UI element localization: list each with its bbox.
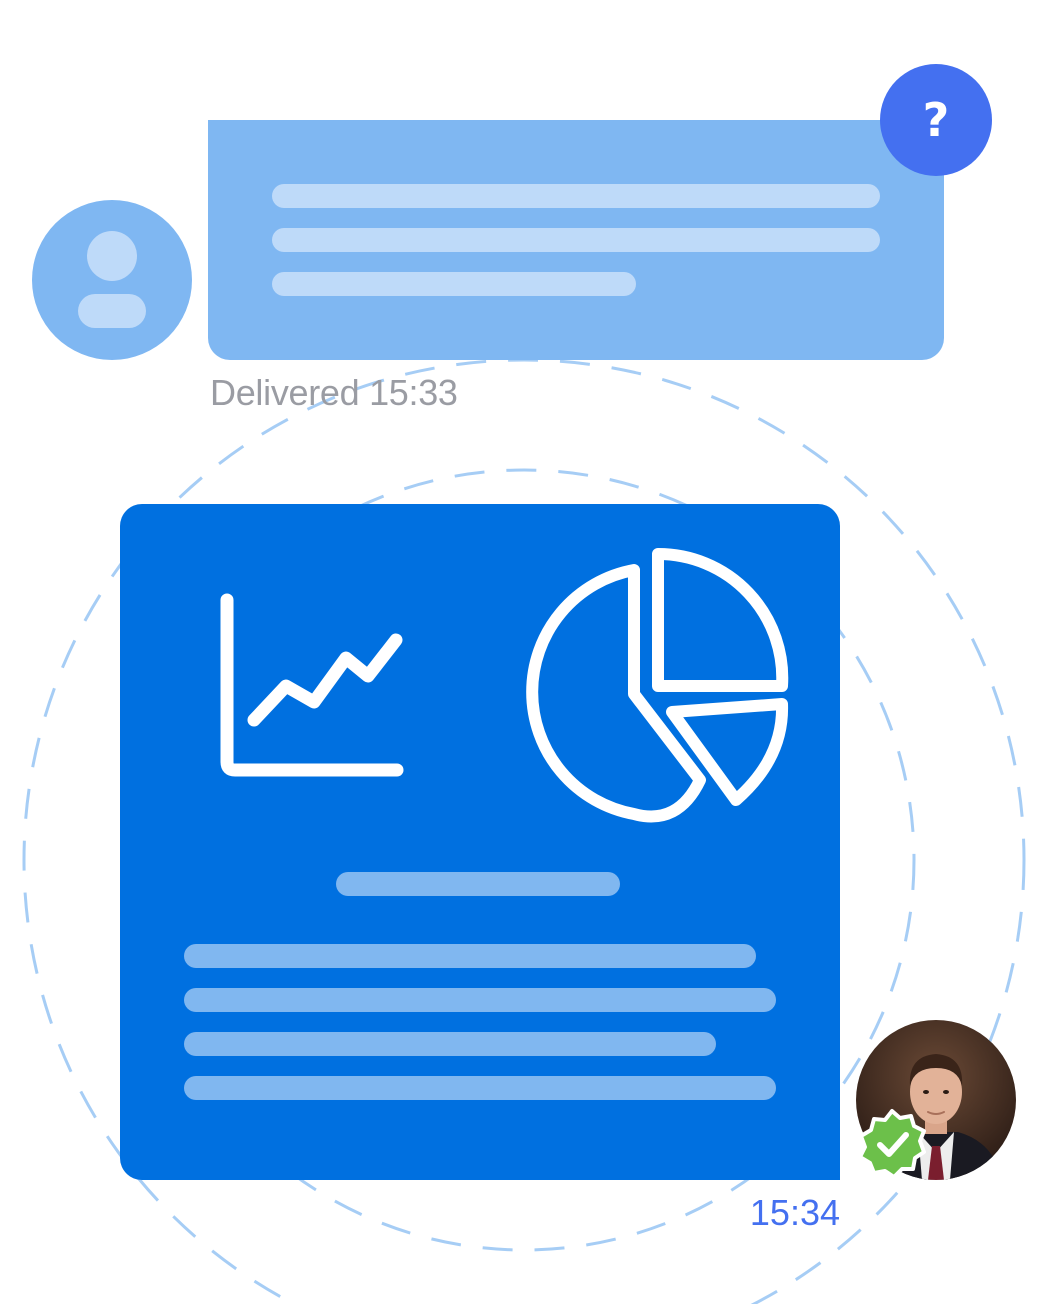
text-placeholder-line bbox=[184, 1032, 716, 1056]
user-placeholder-icon bbox=[78, 231, 146, 328]
question-mark-symbol: ? bbox=[922, 93, 950, 147]
text-placeholder-line bbox=[184, 988, 776, 1012]
incoming-message-bubble[interactable] bbox=[208, 120, 944, 360]
text-placeholder-line bbox=[272, 272, 636, 296]
outgoing-message-bubble[interactable] bbox=[120, 504, 840, 1180]
sent-time: 15:34 bbox=[749, 1192, 840, 1233]
question-mark-icon[interactable]: ? bbox=[880, 64, 992, 176]
line-chart-icon bbox=[220, 593, 404, 777]
text-placeholder-line bbox=[272, 184, 880, 208]
text-placeholder-line bbox=[184, 944, 756, 968]
check-badge-icon bbox=[858, 1109, 926, 1179]
report-title-placeholder bbox=[336, 872, 620, 896]
text-placeholder-line bbox=[272, 228, 880, 252]
delivered-status: Delivered 15:33 bbox=[210, 372, 458, 413]
user-placeholder-avatar[interactable] bbox=[32, 200, 192, 360]
text-placeholder-line bbox=[184, 1076, 776, 1100]
pie-chart-icon bbox=[526, 547, 789, 823]
